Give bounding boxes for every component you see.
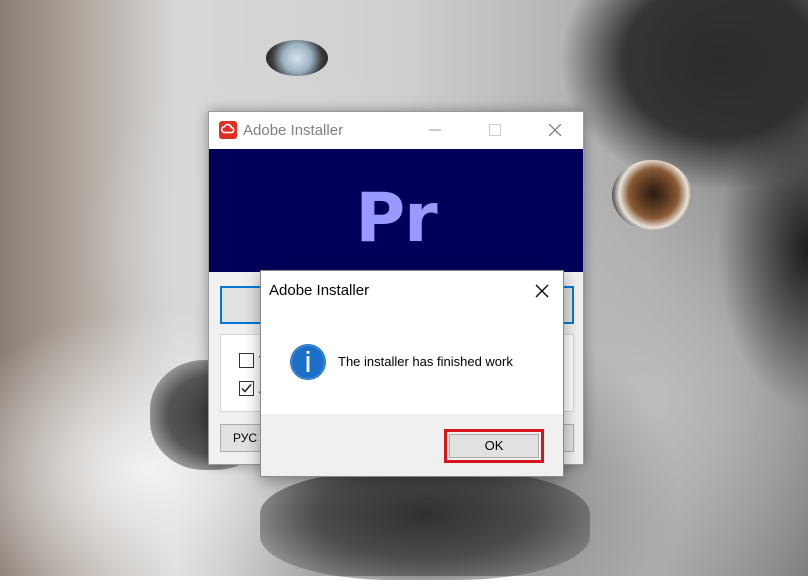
info-icon: [290, 344, 326, 380]
wallpaper-dog-eye-left: [266, 40, 328, 76]
option2-checkbox[interactable]: [239, 381, 254, 396]
message-dialog: Adobe Installer The installer has finish…: [260, 270, 564, 477]
dialog-footer: OK: [261, 414, 563, 476]
wallpaper-dog-mouth: [260, 470, 590, 580]
close-icon: [535, 284, 549, 298]
maximize-button[interactable]: [471, 112, 521, 149]
product-banner: Pr: [209, 149, 583, 272]
dialog-title: Adobe Installer: [269, 282, 370, 299]
premiere-pro-logo: Pr: [355, 179, 437, 258]
dialog-close-button[interactable]: [527, 279, 557, 303]
installer-title: Adobe Installer: [243, 122, 344, 139]
checkmark-icon: [241, 384, 252, 393]
adobe-creative-cloud-icon: [219, 121, 237, 139]
close-button[interactable]: [531, 112, 581, 149]
installer-titlebar[interactable]: Adobe Installer: [209, 112, 583, 149]
ok-button[interactable]: OK: [449, 434, 539, 458]
dialog-message: The installer has finished work: [338, 354, 513, 369]
minimize-button[interactable]: [411, 112, 461, 149]
wallpaper-dog-eye-right: [612, 160, 692, 230]
option1-checkbox[interactable]: [239, 353, 254, 368]
